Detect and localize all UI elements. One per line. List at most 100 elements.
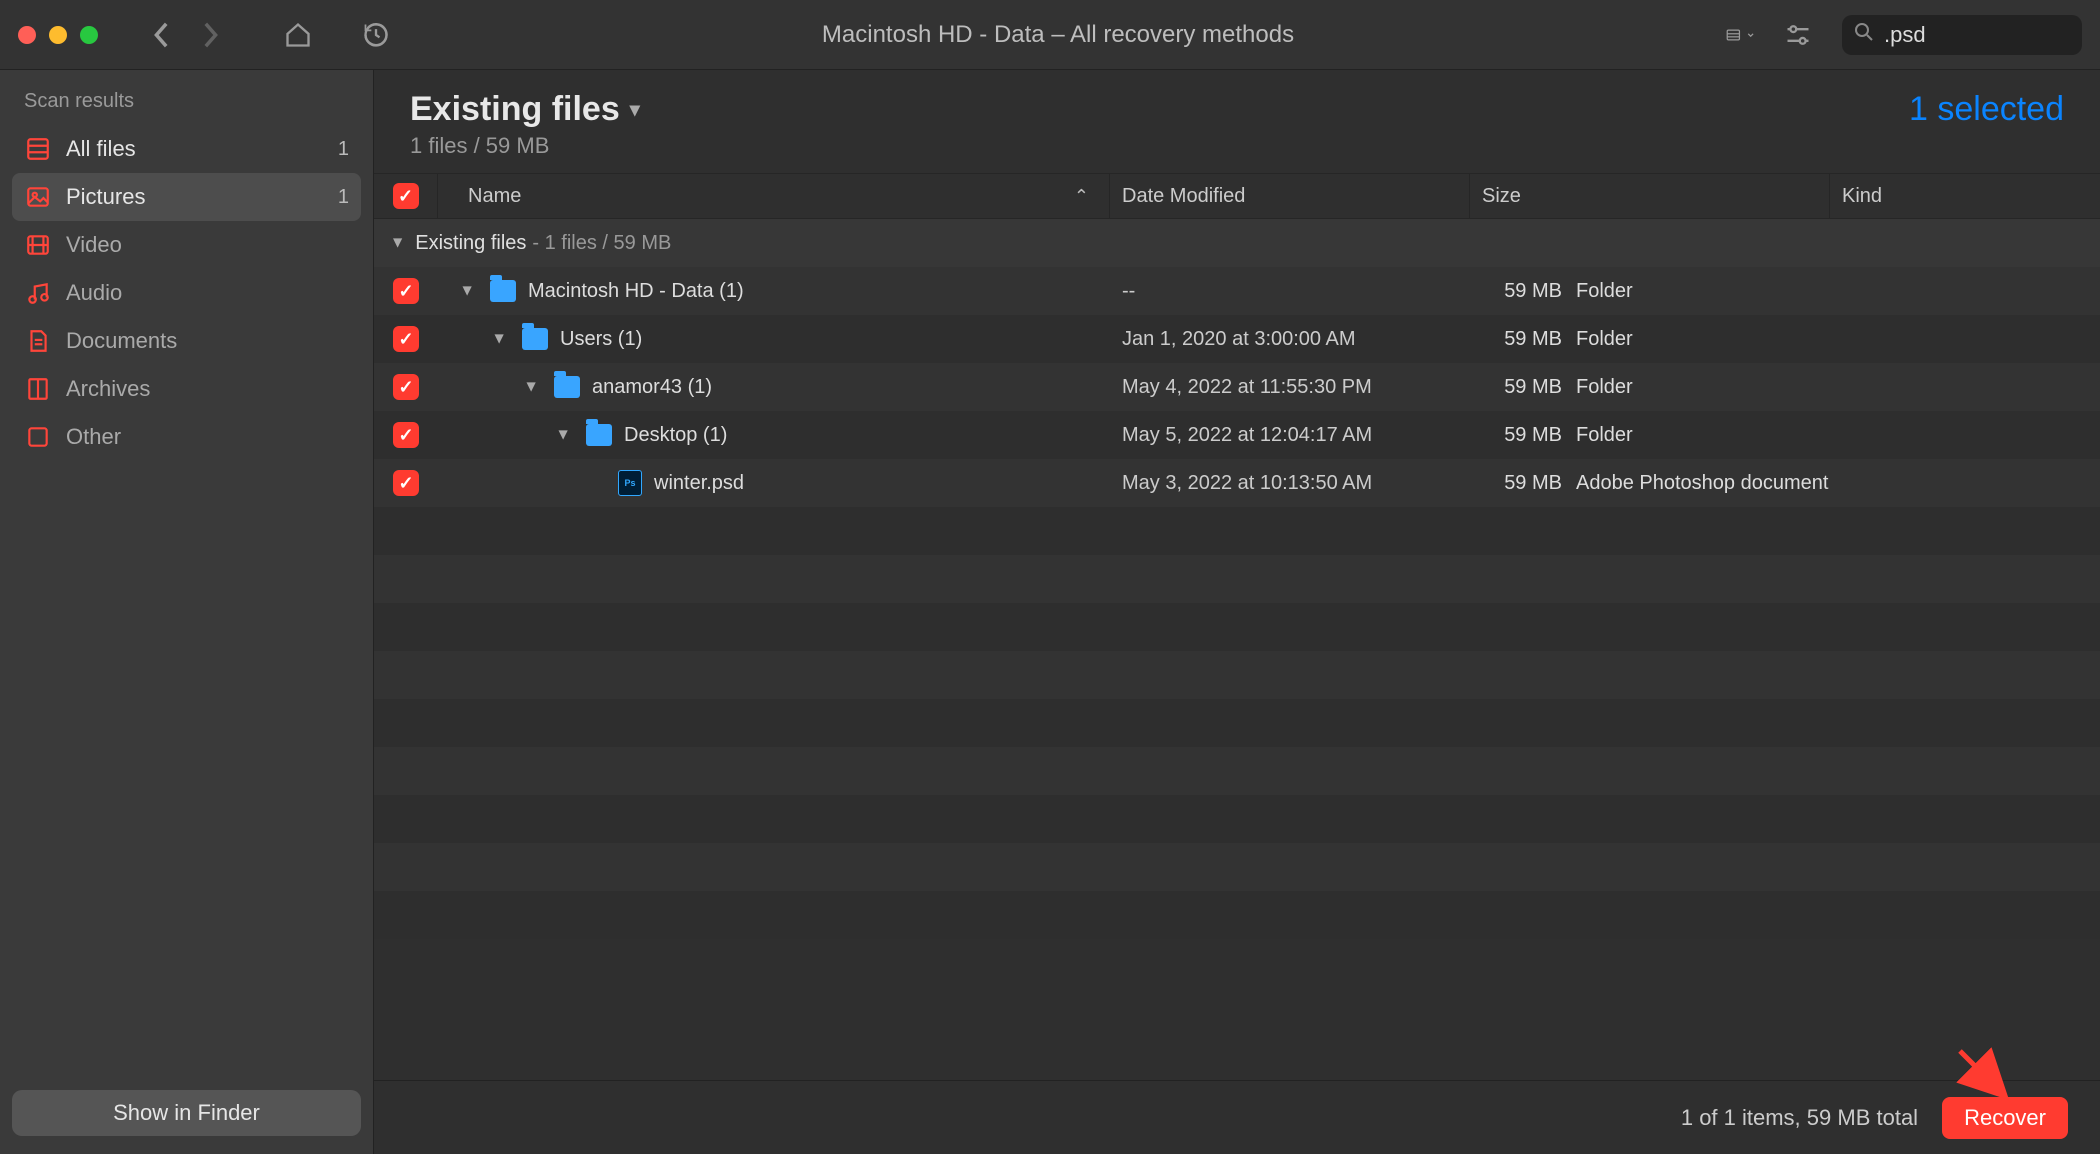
search-icon <box>1854 22 1874 47</box>
close-window-button[interactable] <box>18 26 36 44</box>
search-input[interactable] <box>1884 22 2100 48</box>
selected-count-label[interactable]: 1 selected <box>1909 90 2064 129</box>
disclosure-triangle-icon[interactable]: ▶ <box>525 377 539 397</box>
forward-button[interactable] <box>196 21 224 49</box>
group-stats: - 1 files / 59 MB <box>532 232 671 255</box>
all-files-icon <box>24 135 52 163</box>
disclosure-triangle-icon[interactable]: ▶ <box>461 281 475 301</box>
row-kind: Adobe Photoshop document <box>1562 472 1830 495</box>
settings-button[interactable] <box>1784 21 1812 49</box>
row-checkbox[interactable] <box>393 374 419 400</box>
title-bar: Macintosh HD - Data – All recovery metho… <box>0 0 2100 70</box>
column-header-date[interactable]: Date Modified <box>1110 174 1470 218</box>
minimize-window-button[interactable] <box>49 26 67 44</box>
sidebar-item-documents[interactable]: Documents <box>12 317 361 365</box>
row-checkbox[interactable] <box>393 326 419 352</box>
file-rows: ▶ Existing files - 1 files / 59 MB ▶ Maci… <box>374 219 2100 1080</box>
column-header-size[interactable]: Size <box>1470 174 1830 218</box>
photoshop-file-icon: Ps <box>618 470 642 496</box>
group-row[interactable]: ▶ Existing files - 1 files / 59 MB <box>374 219 2100 267</box>
page-subtitle: 1 files / 59 MB <box>410 133 640 159</box>
table-row[interactable]: ▶Desktop (1)May 5, 2022 at 12:04:17 AM59… <box>374 411 2100 459</box>
sidebar-item-video[interactable]: Video <box>12 221 361 269</box>
footer: 1 of 1 items, 59 MB total Recover <box>374 1080 2100 1154</box>
sidebar-item-label: Archives <box>66 376 150 402</box>
show-in-finder-button[interactable]: Show in Finder <box>12 1090 361 1136</box>
history-button[interactable] <box>362 21 390 49</box>
empty-row <box>374 747 2100 795</box>
row-size-kind: 59 MBFolder <box>1470 328 1830 351</box>
window-title: Macintosh HD - Data – All recovery metho… <box>390 21 1726 49</box>
sidebar-item-other[interactable]: Other <box>12 413 361 461</box>
sidebar-item-audio[interactable]: Audio <box>12 269 361 317</box>
sidebar-item-label: Other <box>66 424 121 450</box>
sidebar-item-label: Video <box>66 232 122 258</box>
sidebar-item-pictures[interactable]: Pictures 1 <box>12 173 361 221</box>
video-icon <box>24 231 52 259</box>
row-name-cell: ▶ Macintosh HD - Data (1) <box>438 280 1110 303</box>
row-name: Desktop (1) <box>624 424 727 447</box>
row-name-cell: ▶anamor43 (1) <box>438 376 1110 399</box>
sidebar-item-label: Pictures <box>66 184 145 210</box>
sidebar-item-count: 1 <box>338 186 349 209</box>
row-date: May 4, 2022 at 11:55:30 PM <box>1110 376 1470 399</box>
disclosure-triangle-icon[interactable]: ▶ <box>557 425 571 445</box>
row-kind: Folder <box>1562 280 1830 303</box>
sidebar-item-all-files[interactable]: All files 1 <box>12 125 361 173</box>
sidebar-section-title: Scan results <box>12 84 361 119</box>
row-kind: Folder <box>1562 328 1830 351</box>
sidebar: Scan results All files 1 Pictures 1 Vide… <box>0 70 374 1154</box>
header-area: Existing files ▾ 1 files / 59 MB 1 select… <box>374 70 2100 173</box>
row-checkbox[interactable] <box>393 422 419 448</box>
fullscreen-window-button[interactable] <box>80 26 98 44</box>
chevron-down-icon: ▶ <box>392 238 406 247</box>
back-button[interactable] <box>148 21 176 49</box>
pictures-icon <box>24 183 52 211</box>
row-name: Users (1) <box>560 328 642 351</box>
row-checkbox[interactable] <box>393 470 419 496</box>
audio-icon <box>24 279 52 307</box>
select-all-checkbox[interactable] <box>374 174 438 218</box>
column-header-kind[interactable]: Kind <box>1830 174 2100 218</box>
row-size: 59 MB <box>1482 376 1562 399</box>
table-row[interactable]: ▶anamor43 (1)May 4, 2022 at 11:55:30 PM5… <box>374 363 2100 411</box>
disclosure-triangle-icon[interactable]: ▶ <box>493 329 507 349</box>
row-checkbox[interactable] <box>393 278 419 304</box>
empty-row <box>374 603 2100 651</box>
page-title-dropdown[interactable]: Existing files ▾ <box>410 90 640 129</box>
row-checkbox-cell <box>374 278 438 304</box>
sidebar-item-label: Documents <box>66 328 177 354</box>
folder-icon <box>522 328 548 350</box>
home-button[interactable] <box>284 21 312 49</box>
row-checkbox-cell <box>374 374 438 400</box>
table-row[interactable]: ▶Users (1)Jan 1, 2020 at 3:00:00 AM59 MB… <box>374 315 2100 363</box>
column-header-name[interactable]: Name⌃ <box>438 174 1110 218</box>
row-checkbox-cell <box>374 422 438 448</box>
table-row[interactable]: Pswinter.psdMay 3, 2022 at 10:13:50 AM59… <box>374 459 2100 507</box>
folder-icon <box>490 280 516 302</box>
table-row[interactable]: ▶ Macintosh HD - Data (1) -- 59 MBFolder <box>374 267 2100 315</box>
row-date: May 3, 2022 at 10:13:50 AM <box>1110 472 1470 495</box>
row-name: Macintosh HD - Data (1) <box>528 280 744 303</box>
sort-ascending-icon: ⌃ <box>1074 186 1089 207</box>
footer-status: 1 of 1 items, 59 MB total <box>1681 1105 1918 1131</box>
archives-icon <box>24 375 52 403</box>
row-size-kind: 59 MBFolder <box>1470 376 1830 399</box>
empty-row <box>374 843 2100 891</box>
chevron-down-icon: ▾ <box>630 97 640 122</box>
page-title: Existing files <box>410 90 620 129</box>
search-box[interactable]: ✕ <box>1842 15 2082 55</box>
window-controls <box>18 26 98 44</box>
row-kind: Folder <box>1562 376 1830 399</box>
main-content: Existing files ▾ 1 files / 59 MB 1 select… <box>374 70 2100 1154</box>
sidebar-item-archives[interactable]: Archives <box>12 365 361 413</box>
empty-row <box>374 555 2100 603</box>
empty-row <box>374 795 2100 843</box>
row-name-cell: Ps winter.psd <box>438 470 1110 496</box>
recover-button[interactable]: Recover <box>1942 1097 2068 1139</box>
row-name: winter.psd <box>654 472 744 495</box>
row-size: 59 MB <box>1482 280 1562 303</box>
row-date: -- <box>1110 280 1470 303</box>
view-mode-button[interactable] <box>1726 21 1754 49</box>
documents-icon <box>24 327 52 355</box>
